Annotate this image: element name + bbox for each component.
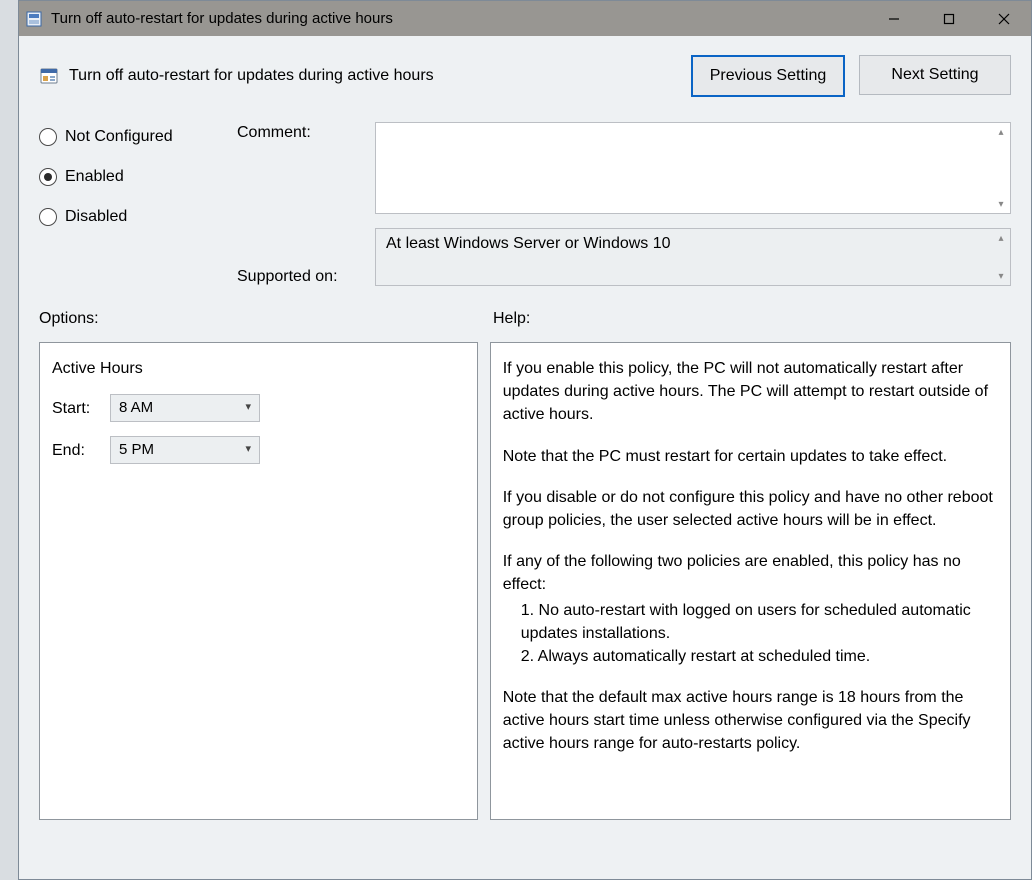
previous-setting-label: Previous Setting xyxy=(710,67,827,85)
comment-label: Comment: xyxy=(237,124,367,142)
help-text: If you enable this policy, the PC will n… xyxy=(503,357,998,427)
radio-not-configured-icon xyxy=(39,128,57,146)
option-row-end: End: 5 PM ▾ xyxy=(52,436,465,464)
policy-editor-window: Turn off auto-restart for updates during… xyxy=(18,0,1032,880)
start-dropdown[interactable]: 8 AM ▾ xyxy=(110,394,260,422)
radio-not-configured[interactable]: Not Configured xyxy=(39,128,229,146)
supported-on-field: At least Windows Server or Windows 10 ▴ … xyxy=(375,228,1011,286)
help-text: Note that the default max active hours r… xyxy=(503,686,998,756)
radio-disabled-label: Disabled xyxy=(65,208,127,226)
window-title: Turn off auto-restart for updates during… xyxy=(51,10,393,27)
chevron-down-icon: ▾ xyxy=(245,442,251,458)
scroll-down-icon[interactable]: ▾ xyxy=(994,269,1008,283)
close-button[interactable] xyxy=(976,1,1031,36)
state-radio-group: Not Configured Enabled Disabled xyxy=(39,122,229,286)
start-dropdown-value: 8 AM xyxy=(119,397,153,419)
policy-header: Turn off auto-restart for updates during… xyxy=(39,54,1011,98)
scroll-up-icon[interactable]: ▴ xyxy=(994,231,1008,245)
help-text: 2. Always automatically restart at sched… xyxy=(503,645,998,668)
radio-enabled[interactable]: Enabled xyxy=(39,168,229,186)
fields-column: ▴ ▾ At least Windows Server or Windows 1… xyxy=(375,122,1011,286)
radio-enabled-icon xyxy=(39,168,57,186)
end-dropdown-value: 5 PM xyxy=(119,439,154,461)
help-label: Help: xyxy=(493,310,1011,328)
maximize-button[interactable] xyxy=(921,1,976,36)
help-text: 1. No auto-restart with logged on users … xyxy=(503,599,998,645)
radio-enabled-label: Enabled xyxy=(65,168,124,186)
end-label: End: xyxy=(52,439,96,462)
supported-on-value: At least Windows Server or Windows 10 xyxy=(386,235,671,252)
section-labels: Options: Help: xyxy=(39,310,1011,328)
radio-disabled[interactable]: Disabled xyxy=(39,208,229,226)
help-panel: If you enable this policy, the PC will n… xyxy=(490,342,1011,820)
policy-title: Turn off auto-restart for updates during… xyxy=(69,67,691,85)
background-sliver xyxy=(0,0,18,880)
help-text: If any of the following two policies are… xyxy=(503,550,998,596)
options-panel: Active Hours Start: 8 AM ▾ End: 5 PM ▾ xyxy=(39,342,478,820)
scroll-up-icon[interactable]: ▴ xyxy=(994,125,1008,139)
help-text: If you disable or do not configure this … xyxy=(503,486,998,532)
client-area: Turn off auto-restart for updates during… xyxy=(19,36,1031,879)
options-label: Options: xyxy=(39,310,493,328)
previous-setting-button[interactable]: Previous Setting xyxy=(691,55,845,97)
next-setting-label: Next Setting xyxy=(891,66,978,84)
next-setting-button[interactable]: Next Setting xyxy=(859,55,1011,95)
supported-on-label: Supported on: xyxy=(237,268,367,286)
chevron-down-icon: ▾ xyxy=(245,400,251,416)
minimize-button[interactable] xyxy=(866,1,921,36)
option-row-start: Start: 8 AM ▾ xyxy=(52,394,465,422)
titlebar: Turn off auto-restart for updates during… xyxy=(19,1,1031,36)
comment-textarea[interactable]: ▴ ▾ xyxy=(375,122,1011,214)
window-controls xyxy=(866,1,1031,36)
policy-icon xyxy=(39,66,59,86)
start-label: Start: xyxy=(52,397,96,420)
app-icon xyxy=(25,10,43,28)
state-section: Not Configured Enabled Disabled Comment:… xyxy=(39,122,1011,286)
radio-not-configured-label: Not Configured xyxy=(65,128,173,146)
scroll-down-icon[interactable]: ▾ xyxy=(994,197,1008,211)
options-heading: Active Hours xyxy=(52,357,465,380)
end-dropdown[interactable]: 5 PM ▾ xyxy=(110,436,260,464)
radio-disabled-icon xyxy=(39,208,57,226)
help-text: Note that the PC must restart for certai… xyxy=(503,445,998,468)
label-column: Comment: Supported on: xyxy=(237,122,367,286)
nav-buttons: Previous Setting Next Setting xyxy=(691,55,1011,97)
panels-row: Active Hours Start: 8 AM ▾ End: 5 PM ▾ xyxy=(39,342,1011,820)
